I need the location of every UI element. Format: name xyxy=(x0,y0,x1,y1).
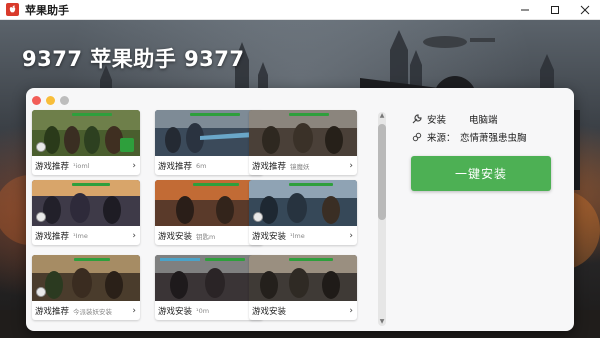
hp-bar xyxy=(289,258,333,261)
card-sublabel: ¹ioml xyxy=(73,161,90,170)
card-label: 游戏安装 xyxy=(158,306,193,317)
hp-bar xyxy=(205,258,245,261)
card-label: 游戏安装 xyxy=(158,231,193,242)
game-thumbnail xyxy=(249,110,357,156)
maximize-button[interactable] xyxy=(540,0,570,20)
hp-bar xyxy=(289,183,333,186)
chevron-right-icon: › xyxy=(132,160,136,171)
game-thumbnail xyxy=(155,180,263,226)
card-sublabel: ¹lme xyxy=(290,231,305,240)
source-label: 来源： xyxy=(427,133,456,144)
game-card[interactable]: 游戏推荐 今派装妖安装 › xyxy=(32,255,140,320)
card-label: 游戏推荐 xyxy=(158,161,193,172)
game-card[interactable]: 游戏安装 钥匙m › xyxy=(155,180,263,245)
scroll-up-icon[interactable]: ▲ xyxy=(378,112,386,120)
game-card[interactable]: 游戏安装 › xyxy=(249,255,357,320)
badge-icon xyxy=(36,142,46,152)
card-sublabel: ¹0m xyxy=(196,306,210,315)
game-thumbnail xyxy=(32,110,140,156)
page-title: 9377 苹果助手 9377 xyxy=(22,47,245,71)
game-card[interactable]: 游戏推荐 6m › xyxy=(155,110,263,175)
game-thumbnail xyxy=(32,255,140,301)
apple-app-icon xyxy=(6,3,19,16)
app-panel: 游戏推荐 ¹ioml › 游戏推荐 6m › xyxy=(26,88,574,331)
card-list-scrollbar[interactable]: ▲ ▼ xyxy=(378,112,386,326)
link-icon xyxy=(412,132,422,142)
install-label: 安装 xyxy=(427,115,447,126)
source-info-row: 来源： 恋情萧强患虫胸 xyxy=(412,130,527,144)
game-card[interactable]: 游戏推荐 ¹Ime › xyxy=(32,180,140,245)
chevron-right-icon: › xyxy=(132,230,136,241)
game-thumbnail xyxy=(249,255,357,301)
close-button[interactable] xyxy=(570,0,600,20)
scrollbar-thumb[interactable] xyxy=(378,124,386,220)
window-title: 苹果助手 xyxy=(25,3,69,17)
game-thumbnail xyxy=(155,255,263,301)
minimize-icon xyxy=(521,9,529,10)
minimize-button[interactable] xyxy=(510,0,540,20)
badge-icon xyxy=(253,212,263,222)
one-click-install-button[interactable]: 一键安装 xyxy=(411,156,551,191)
card-label: 游戏安装 xyxy=(252,231,287,242)
card-sublabel: 今派装妖安装 xyxy=(73,307,113,316)
badge-icon xyxy=(36,287,46,297)
hp-bar xyxy=(72,113,112,116)
chevron-right-icon: › xyxy=(349,305,353,316)
scroll-down-icon[interactable]: ▼ xyxy=(378,318,386,326)
game-card[interactable]: 游戏安装 ¹0m › xyxy=(155,255,263,320)
chevron-right-icon: › xyxy=(349,230,353,241)
game-card[interactable]: 游戏推荐 ¹ioml › xyxy=(32,110,140,175)
game-thumbnail xyxy=(155,110,263,156)
chevron-right-icon: › xyxy=(132,305,136,316)
card-label: 游戏推荐 xyxy=(35,231,70,242)
chevron-right-icon: › xyxy=(349,160,353,171)
badge-icon xyxy=(36,212,46,222)
card-sublabel: 6m xyxy=(196,161,207,170)
hp-bar xyxy=(74,258,110,261)
card-label: 游戏安装 xyxy=(252,306,287,317)
hp-bar xyxy=(193,183,239,186)
game-thumbnail xyxy=(249,180,357,226)
hp-bar xyxy=(190,113,240,116)
install-value: 电脑端 xyxy=(469,115,498,126)
source-value: 恋情萧强患虫胸 xyxy=(460,133,527,144)
game-card[interactable]: 游戏安装 ¹lme › xyxy=(249,180,357,245)
close-icon xyxy=(580,5,590,14)
card-label: 游戏推荐 xyxy=(252,161,287,172)
game-card[interactable]: 游戏推荐 镜魔妖 › xyxy=(249,110,357,175)
card-sublabel: 镜魔妖 xyxy=(290,162,310,171)
card-sublabel: ¹Ime xyxy=(73,231,88,240)
card-label: 游戏推荐 xyxy=(35,161,70,172)
card-sublabel: 钥匙m xyxy=(196,232,216,241)
game-thumbnail xyxy=(32,180,140,226)
maximize-icon xyxy=(551,5,559,14)
game-card-grid: 游戏推荐 ¹ioml › 游戏推荐 6m › xyxy=(26,88,402,331)
window-titlebar: 苹果助手 xyxy=(0,0,600,20)
card-label: 游戏推荐 xyxy=(35,306,70,317)
hp-bar xyxy=(72,183,110,186)
wrench-icon xyxy=(412,114,422,124)
install-info-row: 安装 电脑端 xyxy=(412,112,498,126)
hp-bar xyxy=(289,113,329,116)
